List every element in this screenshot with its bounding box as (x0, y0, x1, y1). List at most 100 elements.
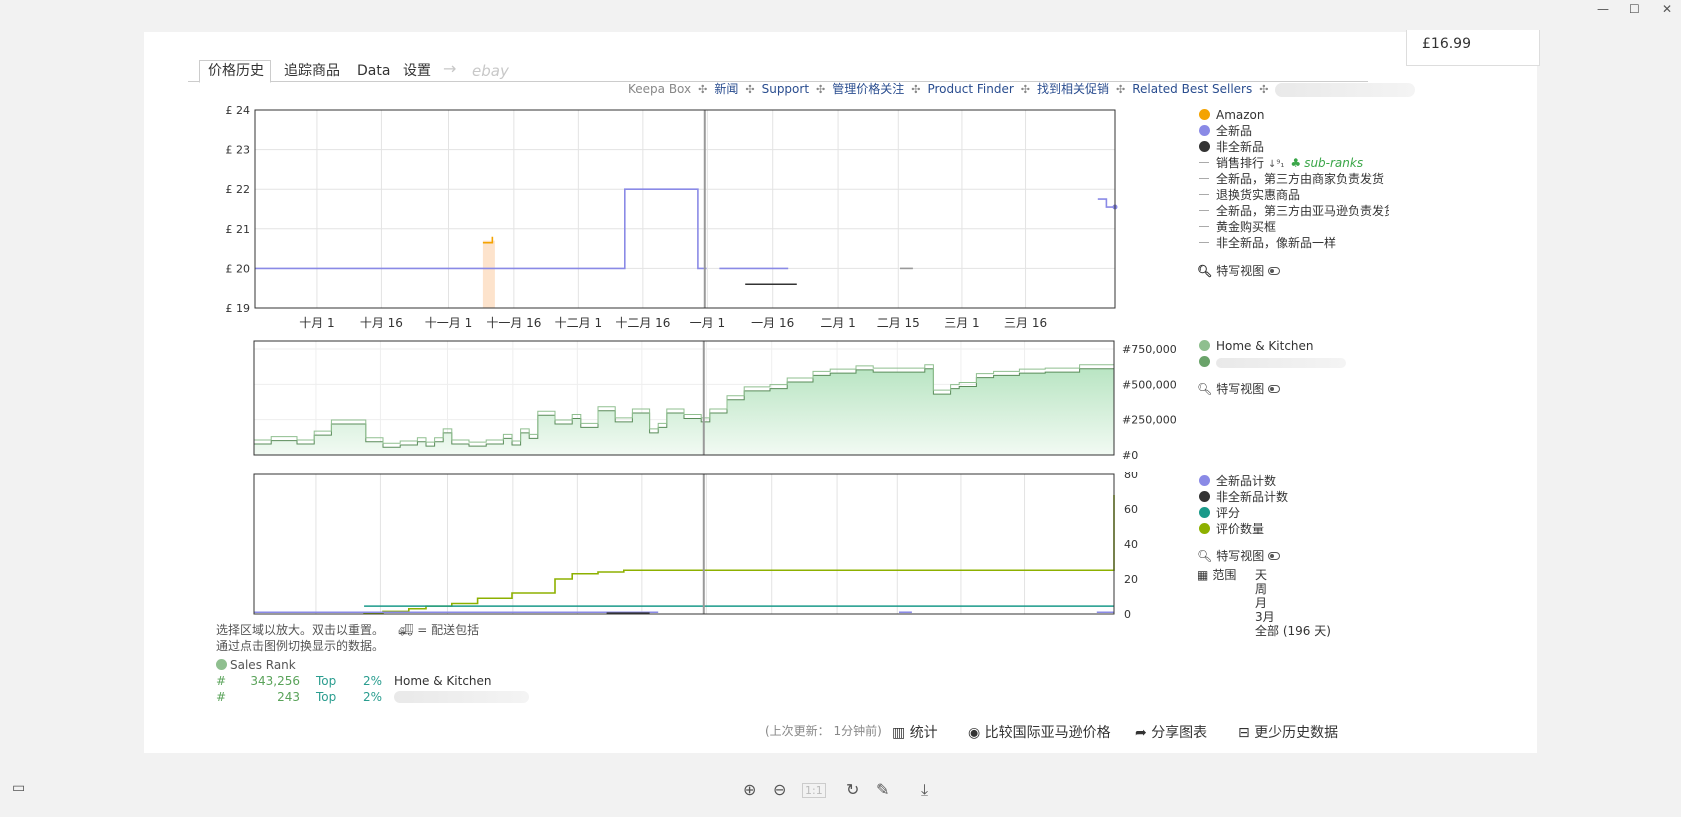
counts-chart[interactable]: 80 60 40 20 0 (252, 472, 1172, 620)
less-history-button[interactable]: ⊟ 更少历史数据 (1238, 722, 1338, 742)
legend-amazon[interactable]: Amazon (1199, 108, 1265, 122)
edit-icon[interactable]: ✎ (876, 780, 889, 799)
sub-ranks-link[interactable]: sub-ranks (1304, 156, 1363, 170)
panel-icon[interactable]: ▭ (12, 780, 25, 796)
sitemap-icon: ♣ (1290, 156, 1302, 170)
news-link[interactable]: 新闻 (714, 82, 738, 96)
legend-used[interactable]: 非全新品 (1199, 140, 1264, 154)
x-tick-label: 三月 1 (944, 316, 979, 330)
legend-rating[interactable]: 评分 (1199, 506, 1240, 520)
top-links: Keepa Box ✣ 新闻 ✣ Support ✣ 管理价格关注 ✣ Product Find… (628, 81, 1416, 98)
amazon-availability-band (482, 240, 495, 308)
product-finder-link[interactable]: Product Finder (927, 82, 1013, 96)
y-tick-label: 80 (1124, 472, 1138, 481)
x-tick-label: 十月 16 (360, 316, 403, 330)
x-tick-label: 三月 16 (1004, 316, 1047, 330)
legend-new-count[interactable]: 全新品计数 (1199, 474, 1276, 488)
sep-icon: ✣ (698, 83, 708, 96)
rotate-icon[interactable]: ↻ (846, 780, 859, 799)
closeup-toggle-3[interactable]: 🔍︎ 特写视图 (1197, 549, 1281, 563)
legend-sales-rank[interactable]: 销售排行 ↓⁹₁ ♣ sub-ranks (1199, 156, 1363, 172)
rank-category[interactable]: Home & Kitchen (394, 674, 492, 689)
blurred-text (1216, 357, 1346, 368)
sales-rank-chart[interactable]: #750,000 #500,000 #250,000 #0 (252, 339, 1182, 469)
used-dot-icon (1199, 141, 1210, 152)
range-label: ▦ 范围 (1197, 568, 1237, 582)
review-count-line (363, 495, 1115, 614)
download-icon[interactable]: ⤓ (921, 780, 928, 800)
new-count-dot-icon (1199, 475, 1210, 486)
used-count-dot-icon (1199, 491, 1210, 502)
range-month[interactable]: 月 (1255, 596, 1267, 610)
rank-dot-icon (216, 659, 227, 670)
y-tick-label: 40 (1124, 538, 1138, 551)
arrow-right-icon: → (443, 59, 457, 78)
legend-review-count[interactable]: 评价数量 (1199, 522, 1264, 536)
manage-alerts-link[interactable]: 管理价格关注 (832, 82, 904, 96)
review-dot-icon (1199, 523, 1210, 534)
keepa-box-link[interactable]: Keepa Box (628, 82, 691, 96)
legend-used-count[interactable]: 非全新品计数 (1199, 490, 1288, 504)
support-link[interactable]: Support (762, 82, 809, 96)
legend-warehouse[interactable]: 退换货实惠商品 (1199, 188, 1300, 202)
tab-price-history[interactable]: 价格历史 (199, 60, 271, 83)
range-week[interactable]: 周 (1255, 582, 1267, 596)
minimize-button[interactable]: — (1597, 2, 1609, 16)
price-chart[interactable]: £ 24 £ 23 £ 22 £ 21 £ 20 £ 19 十月 1 十月 16 十一月 1 十一… (208, 104, 1128, 334)
y-tick-label: £ 23 (226, 144, 251, 157)
tab-data[interactable]: Data (357, 62, 390, 80)
rank-row-2: # 243 Top 2% (216, 690, 529, 705)
tab-bar: 价格历史 追踪商品 Data 设置 → ebay (188, 59, 1368, 83)
y-tick-label: £ 22 (226, 183, 251, 196)
x-tick-label: 二月 1 (820, 316, 855, 330)
toggle-icon[interactable] (1268, 267, 1281, 275)
calendar-icon: ▦ (1197, 568, 1209, 582)
zoom-in-icon[interactable]: ⊕ (743, 780, 756, 799)
blurred-text (394, 691, 529, 703)
bar-chart-icon: ▥ (892, 725, 906, 741)
amazon-dot-icon (1199, 109, 1210, 120)
legend-hint: 通过点击图例切换显示的数据。 (216, 639, 385, 653)
toggle-icon[interactable] (1268, 385, 1281, 393)
share-button[interactable]: ➦ 分享图表 (1135, 722, 1207, 742)
y-tick-label: 20 (1124, 573, 1138, 586)
closeup-toggle-1[interactable]: 🔍︎ 特写视图 (1197, 264, 1281, 278)
legend-home-kitchen[interactable]: Home & Kitchen (1199, 339, 1314, 353)
tab-settings[interactable]: 设置 (403, 62, 431, 80)
y-tick-label: #500,000 (1122, 378, 1177, 391)
x-tick-label: 一月 1 (690, 316, 725, 330)
close-button[interactable]: ✕ (1662, 2, 1672, 16)
rank-row-1: # 343,256 Top 2% Home & Kitchen (216, 674, 492, 689)
tab-track-product[interactable]: 追踪商品 (284, 62, 340, 80)
range-3month[interactable]: 3月 (1255, 610, 1275, 624)
search-icon: 🔍︎ (1197, 382, 1213, 396)
blurred-text (1275, 82, 1416, 97)
x-tick-label: 一月 16 (751, 316, 794, 330)
toggle-icon[interactable] (1268, 552, 1281, 560)
legend-new[interactable]: 全新品 (1199, 124, 1252, 138)
series-line (1097, 198, 1115, 208)
sort-icon[interactable]: ↓⁹₁ (1268, 159, 1284, 170)
tab-ebay[interactable]: ebay (472, 62, 509, 80)
plot-frame (254, 109, 1116, 309)
legend-subcategory[interactable] (1199, 355, 1346, 369)
legend-like-new[interactable]: 非全新品，像新品一样 (1199, 236, 1336, 250)
legend-fba2[interactable]: 全新品，第三方由亚马逊负责发货 (1199, 204, 1389, 218)
related-sellers-link[interactable]: Related Best Sellers (1132, 82, 1252, 96)
find-deals-link[interactable]: 找到相关促销 (1037, 82, 1109, 96)
legend-buybox[interactable]: 黄金购买框 (1199, 220, 1276, 234)
range-day[interactable]: 天 (1255, 568, 1267, 582)
actual-size-icon[interactable]: 1:1 (802, 783, 826, 798)
sep-icon: ✣ (1116, 83, 1126, 96)
sep-icon: ✣ (911, 83, 921, 96)
sep-icon: ✣ (816, 83, 826, 96)
range-all[interactable]: 全部 (196 天) (1255, 624, 1331, 638)
stats-button[interactable]: ▥ 统计 (892, 722, 938, 742)
y-tick-label: 0 (1124, 608, 1131, 620)
maximize-button[interactable]: ☐ (1629, 2, 1640, 16)
legend-fba[interactable]: 全新品，第三方由商家负责发货 (1199, 172, 1384, 186)
closeup-toggle-2[interactable]: 🔍︎ 特写视图 (1197, 382, 1281, 396)
zoom-out-icon[interactable]: ⊖ (773, 780, 786, 799)
home-dot-icon (1199, 340, 1210, 351)
compare-button[interactable]: ◉ 比较国际亚马逊价格 (968, 722, 1111, 742)
